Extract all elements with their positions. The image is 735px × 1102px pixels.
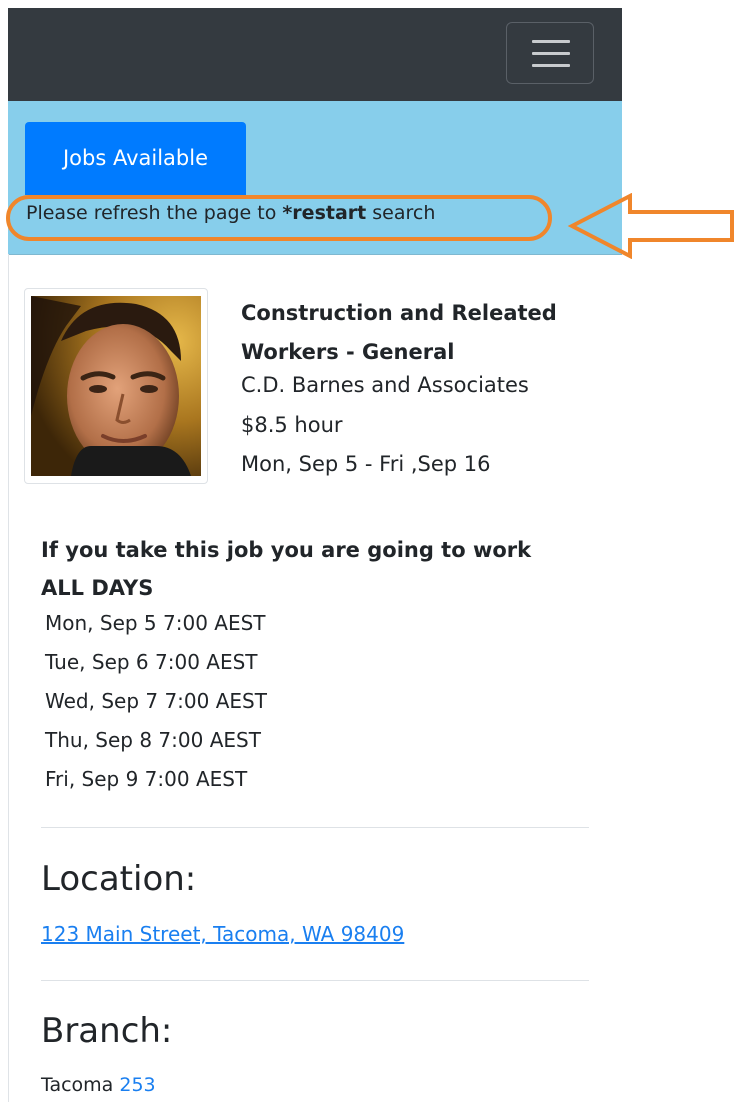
schedule-day: Tue, Sep 6 7:00 AEST (45, 650, 258, 674)
schedule-day: Thu, Sep 8 7:00 AEST (45, 728, 261, 752)
hamburger-bar (532, 64, 570, 67)
highlight-ellipse (6, 195, 552, 241)
schedule-day: Wed, Sep 7 7:00 AEST (45, 689, 267, 713)
job-title: Construction and Releated Workers - Gene… (241, 301, 557, 364)
branch-info: Tacoma 253 (41, 1074, 156, 1096)
branch-heading: Branch: (41, 1011, 173, 1051)
schedule-day: Mon, Sep 5 7:00 AEST (45, 611, 266, 635)
schedule-day: Fri, Sep 9 7:00 AEST (45, 767, 248, 791)
pay-rate: $8.5 hour (241, 413, 343, 437)
location-heading: Location: (41, 859, 197, 899)
company-name: C.D. Barnes and Associates (241, 373, 529, 397)
jobs-available-button[interactable]: Jobs Available (25, 122, 246, 195)
job-dates: Mon, Sep 5 - Fri ,Sep 16 (241, 452, 491, 476)
divider (41, 980, 589, 981)
avatar (31, 296, 201, 476)
hamburger-icon[interactable] (506, 22, 594, 84)
address-link[interactable]: 123 Main Street, Tacoma, WA 98409 (41, 922, 404, 946)
left-arrow-icon (567, 193, 734, 259)
divider (41, 827, 589, 828)
branch-name: Tacoma (41, 1074, 114, 1096)
hamburger-bar (532, 40, 570, 43)
branch-phone-link[interactable]: 253 (119, 1074, 155, 1096)
content-border (8, 254, 9, 1102)
hamburger-bar (532, 52, 570, 55)
schedule-heading: If you take this job you are going to wo… (41, 538, 532, 600)
